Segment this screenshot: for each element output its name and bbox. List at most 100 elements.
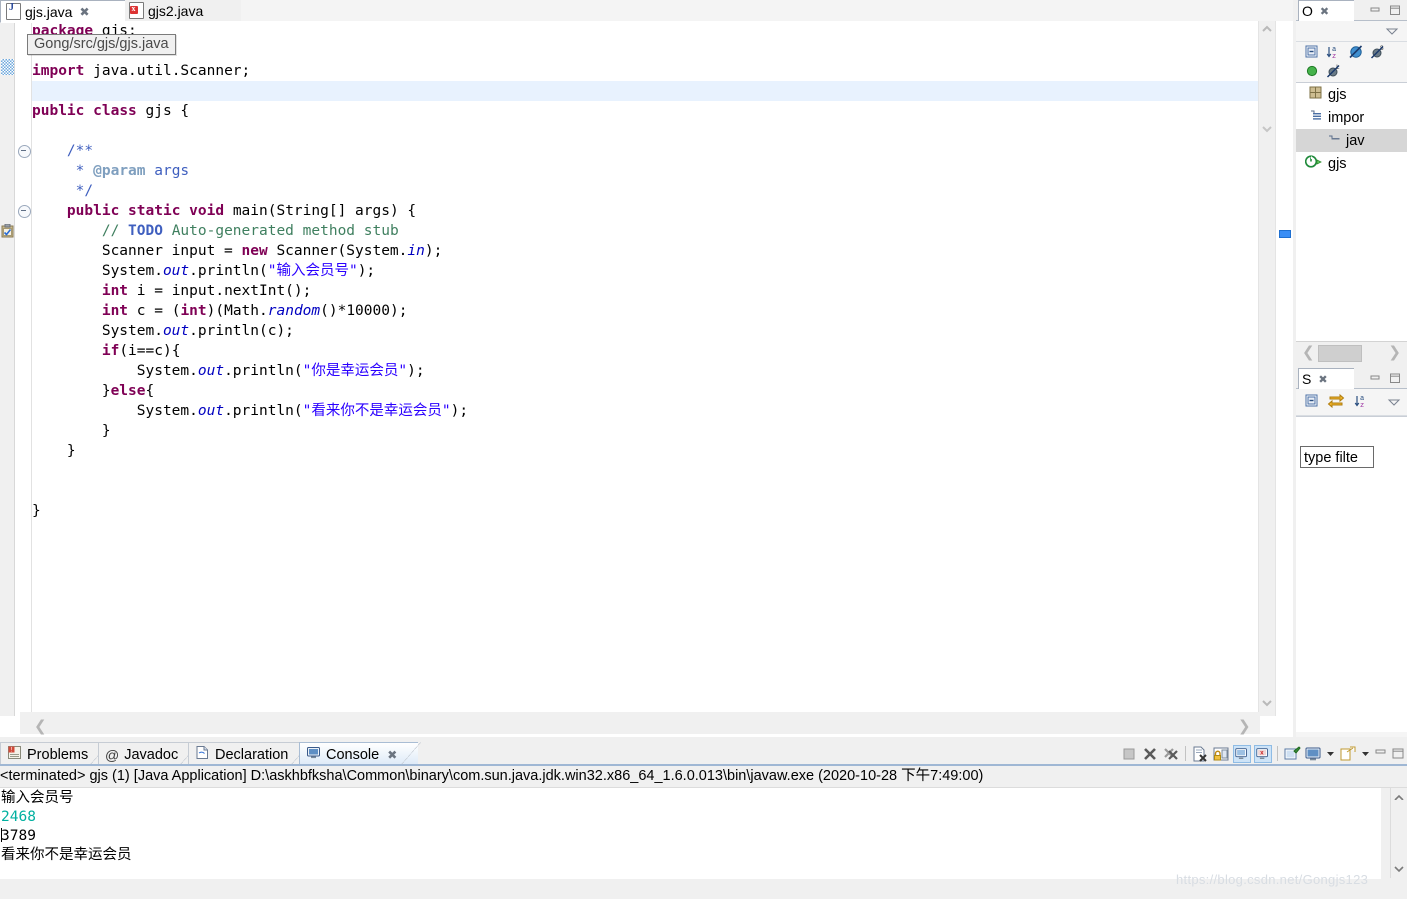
editor-horizontal-scrollbar[interactable]: ❮ ❯ xyxy=(20,712,1260,735)
fold-toggle-method[interactable] xyxy=(18,205,31,218)
view-menu-icon[interactable] xyxy=(1385,24,1401,40)
outline-tree[interactable]: gjs impor jav gjs xyxy=(1296,83,1407,342)
source-code-text[interactable]: package gjs; import java.util.Scanner; p… xyxy=(32,21,1259,716)
scroll-down-icon[interactable] xyxy=(1262,699,1272,707)
code-line: // TODO Auto-generated method stub xyxy=(101,223,399,239)
right-view-stack: O ✖ az gjs impor jav gjs ❮ ❯ S ✖ a z typ… xyxy=(1296,0,1407,737)
editor-overview-ruler[interactable] xyxy=(1275,21,1293,716)
close-icon[interactable]: ✖ xyxy=(1318,374,1327,385)
outline-item-package[interactable]: gjs xyxy=(1296,83,1407,106)
maximize-icon[interactable] xyxy=(1391,745,1405,763)
toolbar-separator xyxy=(1185,746,1186,761)
bottom-tab-label: Javadoc xyxy=(124,746,179,763)
clear-console-icon[interactable] xyxy=(1191,745,1209,763)
code-line: System.out.println("你是幸运会员"); xyxy=(32,363,425,379)
view-menu-icon[interactable] xyxy=(1387,395,1403,411)
scroll-down-icon[interactable] xyxy=(1394,861,1404,876)
close-icon[interactable]: ✖ xyxy=(79,6,89,18)
console-launch-status: <terminated> gjs (1) [Java Application] … xyxy=(0,766,1407,788)
scroll-up-icon[interactable] xyxy=(1262,25,1272,33)
tab-search[interactable]: S ✖ xyxy=(1298,368,1354,389)
type-filter-input[interactable]: type filte xyxy=(1300,446,1374,468)
tab-declaration[interactable]: Declaration xyxy=(188,742,308,766)
hide-local-types-icon[interactable]: L xyxy=(1326,63,1342,79)
close-icon[interactable]: ✖ xyxy=(1320,6,1329,17)
editor-tab-gjs-java[interactable]: gjs.java ✖ xyxy=(0,0,125,23)
open-console-icon[interactable] xyxy=(1339,745,1357,763)
close-icon[interactable]: ✖ xyxy=(387,749,397,761)
editor-annotation-ruler[interactable] xyxy=(0,21,15,716)
fold-toggle-javadoc[interactable] xyxy=(18,145,31,158)
tab-outline[interactable]: O ✖ xyxy=(1298,0,1354,21)
display-selected-console-dropdown-icon[interactable] xyxy=(1325,745,1336,763)
import-decl-icon xyxy=(1308,108,1323,127)
minimize-icon[interactable] xyxy=(1374,745,1388,763)
scroll-right-icon[interactable]: ❯ xyxy=(1388,343,1401,361)
editor-tab-label: gjs.java xyxy=(25,3,73,20)
editor-vertical-scrollbar[interactable] xyxy=(1258,21,1275,716)
bottom-tab-label: Console xyxy=(326,746,380,763)
maximize-icon[interactable] xyxy=(1389,372,1401,383)
maximize-icon[interactable] xyxy=(1389,4,1401,15)
todo-task-icon[interactable] xyxy=(1,223,14,238)
scrollbar-thumb[interactable] xyxy=(1318,345,1362,362)
svg-text:!: ! xyxy=(10,747,14,754)
code-line: } xyxy=(32,503,41,519)
java-file-error-icon xyxy=(129,2,144,19)
outline-horizontal-scrollbar[interactable]: ❮ ❯ xyxy=(1296,341,1407,364)
display-selected-console-icon[interactable] xyxy=(1304,745,1322,763)
class-icon xyxy=(1304,154,1323,173)
outline-view: O ✖ az gjs impor jav gjs ❮ ❯ xyxy=(1296,0,1407,364)
show-console-on-error-icon[interactable]: x xyxy=(1254,744,1272,763)
remove-launch-icon[interactable] xyxy=(1141,745,1159,763)
editor-folding-ruler[interactable] xyxy=(15,21,32,716)
console-icon xyxy=(306,745,321,764)
changed-lines-marker xyxy=(1,59,14,75)
scroll-left-icon[interactable]: ❮ xyxy=(1302,343,1315,361)
console-line-text: 看来你不是幸运会员 xyxy=(1,847,132,863)
scroll-thumb-chevron-icon[interactable] xyxy=(1262,125,1272,133)
outline-item-label: jav xyxy=(1346,132,1365,149)
sort-icon[interactable]: az xyxy=(1326,44,1342,61)
minimize-icon[interactable] xyxy=(1369,4,1381,15)
outline-item-label: gjs xyxy=(1328,155,1347,172)
pin-console-icon[interactable] xyxy=(1283,745,1301,763)
code-line: System.out.println("看来你不是幸运会员"); xyxy=(32,403,469,419)
overview-occurrence-marker[interactable] xyxy=(1279,230,1291,238)
outline-item-class-gjs[interactable]: gjs xyxy=(1296,152,1407,175)
console-vertical-scrollbar[interactable] xyxy=(1390,788,1407,878)
javadoc-icon: @ xyxy=(105,746,120,763)
collapse-all-icon[interactable] xyxy=(1304,393,1320,409)
search-tab-label: S xyxy=(1302,371,1312,387)
scroll-left-icon[interactable]: ❮ xyxy=(34,717,47,735)
link-with-editor-icon[interactable] xyxy=(1327,393,1345,409)
collapse-all-icon[interactable] xyxy=(1304,44,1320,60)
console-line: 2468 xyxy=(1,808,1381,827)
code-line: * @param args xyxy=(75,163,190,179)
scrollbar-thumb[interactable] xyxy=(1393,800,1405,850)
hide-static-icon[interactable]: S xyxy=(1370,44,1386,60)
terminate-icon[interactable] xyxy=(1120,745,1138,763)
code-line: if(i==c){ xyxy=(101,343,181,359)
outline-item-import-java[interactable]: jav xyxy=(1296,129,1407,152)
scroll-lock-icon[interactable] xyxy=(1212,745,1230,763)
editor-area: gjs.java ✖ gjs2.java xyxy=(0,0,1293,737)
java-file-icon xyxy=(6,2,21,20)
minimize-icon[interactable] xyxy=(1369,372,1381,383)
sort-icon[interactable]: az xyxy=(1354,393,1370,410)
outline-item-imports[interactable]: impor xyxy=(1296,106,1407,129)
toolbar-separator xyxy=(1277,746,1278,761)
remove-all-terminated-icon[interactable] xyxy=(1162,745,1180,763)
open-console-dropdown-icon[interactable] xyxy=(1360,745,1371,763)
show-console-on-output-icon[interactable] xyxy=(1233,744,1251,763)
hide-non-public-icon[interactable] xyxy=(1348,44,1364,60)
scroll-right-icon[interactable]: ❯ xyxy=(1238,717,1251,735)
console-line: 3789 xyxy=(1,827,1381,846)
hide-fields-icon[interactable] xyxy=(1304,63,1320,79)
console-line-text: 3789 xyxy=(1,828,36,844)
console-output[interactable]: 输入会员号 2468 3789 看来你不是幸运会员 xyxy=(0,788,1381,879)
editor-tab-gjs2-java[interactable]: gjs2.java xyxy=(124,0,241,21)
problems-icon: ! xyxy=(7,745,22,764)
